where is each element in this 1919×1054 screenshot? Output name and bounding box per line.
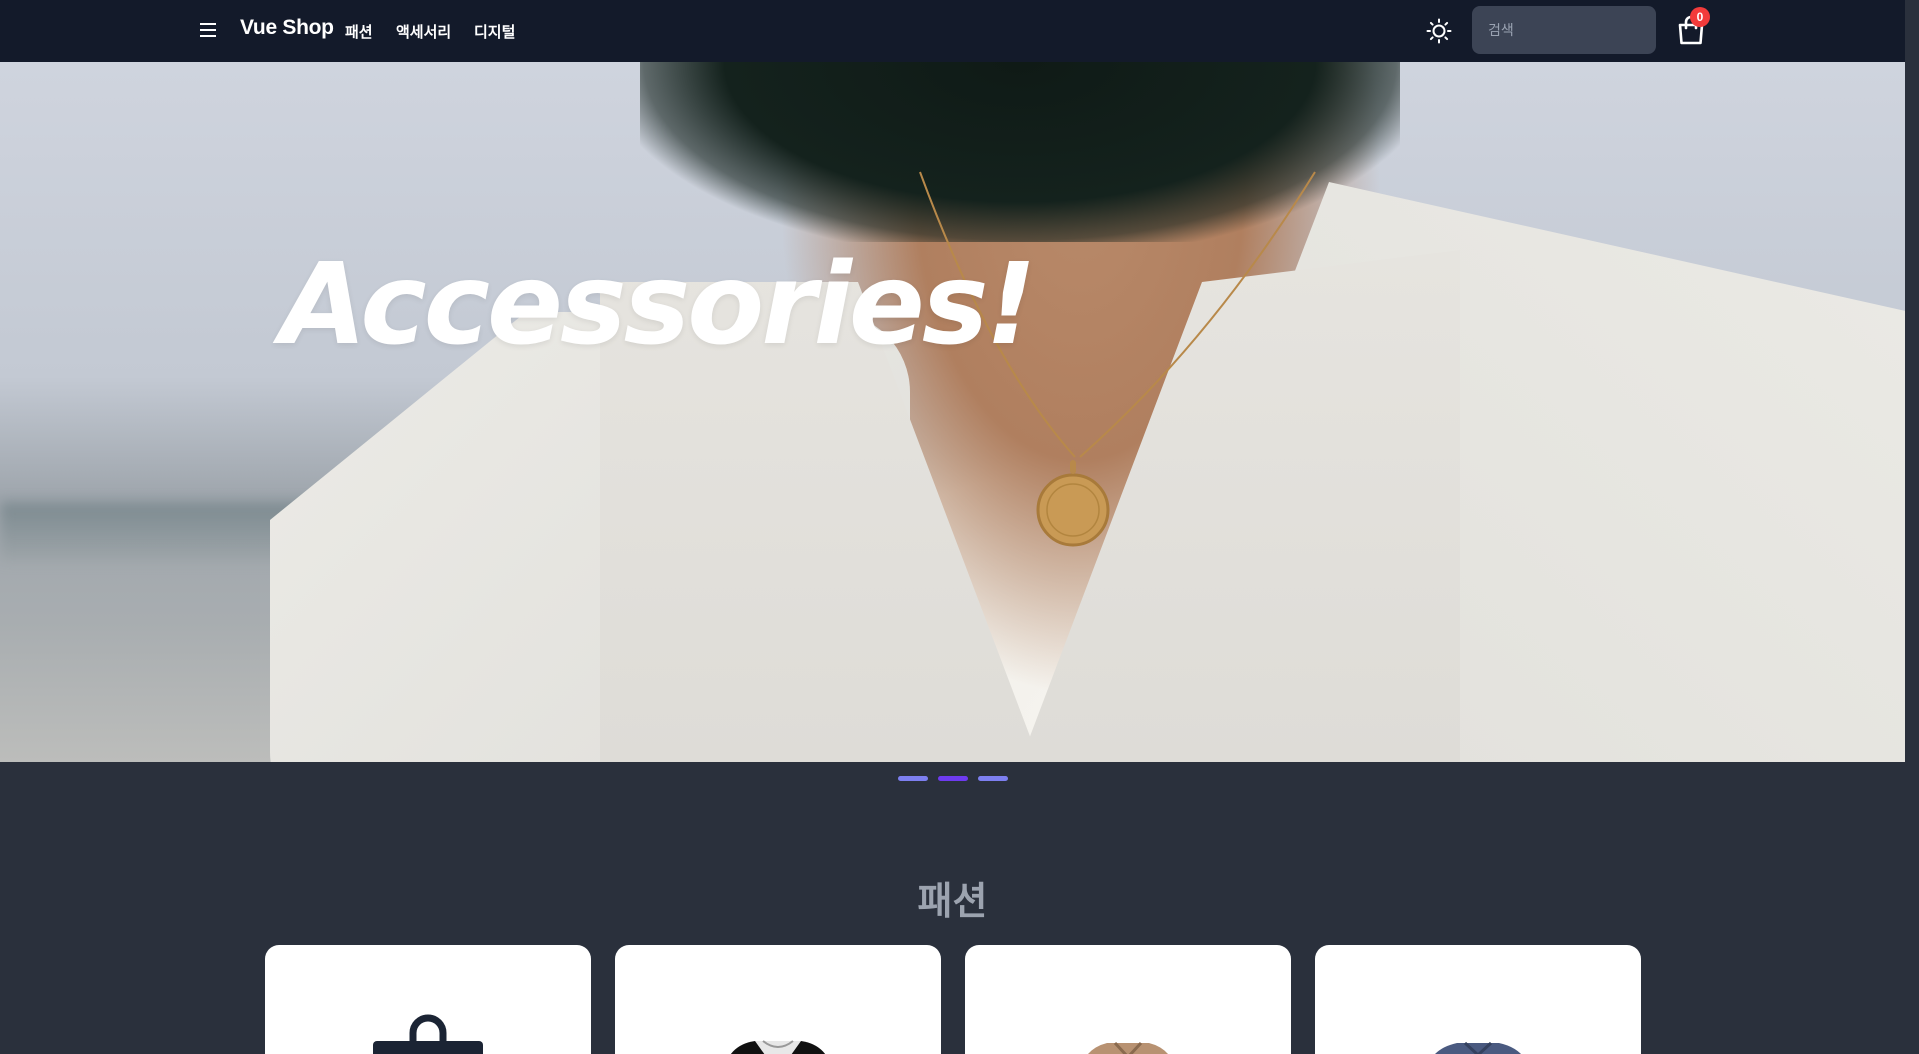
sun-icon[interactable] — [1424, 16, 1454, 46]
section-title: 패션 — [917, 881, 988, 923]
nav-link-fashion[interactable]: 패션 — [345, 21, 373, 42]
cart-count-badge: 0 — [1690, 7, 1710, 27]
jacket-image — [1088, 1041, 1168, 1054]
nav-link-digital[interactable]: 디지털 — [474, 21, 515, 42]
brand-logo[interactable]: Vue Shop — [240, 16, 334, 40]
hero-title: Accessories! — [280, 240, 1037, 370]
carousel-dot-1[interactable] — [897, 776, 928, 781]
product-card[interactable] — [615, 945, 941, 1054]
hamburger-menu-icon[interactable] — [196, 17, 222, 43]
carousel-dot-3[interactable] — [977, 776, 1008, 781]
carousel-dot-2[interactable] — [937, 776, 968, 781]
top-navbar: Vue Shop 패션 액세서리 디지털 0 — [0, 0, 1905, 62]
nav-link-accessories[interactable]: 액세서리 — [396, 21, 451, 42]
raglan-shirt-image — [731, 1040, 825, 1054]
bag-image — [373, 1014, 483, 1054]
product-card[interactable] — [1315, 945, 1641, 1054]
search-input[interactable] — [1472, 6, 1656, 54]
tshirt-image — [1435, 1041, 1521, 1054]
carousel-indicators — [0, 776, 1905, 781]
product-card[interactable] — [965, 945, 1291, 1054]
hero-carousel[interactable]: Accessories! — [0, 62, 1905, 762]
hero-image-necklace — [919, 171, 1316, 547]
product-card[interactable] — [265, 945, 591, 1054]
